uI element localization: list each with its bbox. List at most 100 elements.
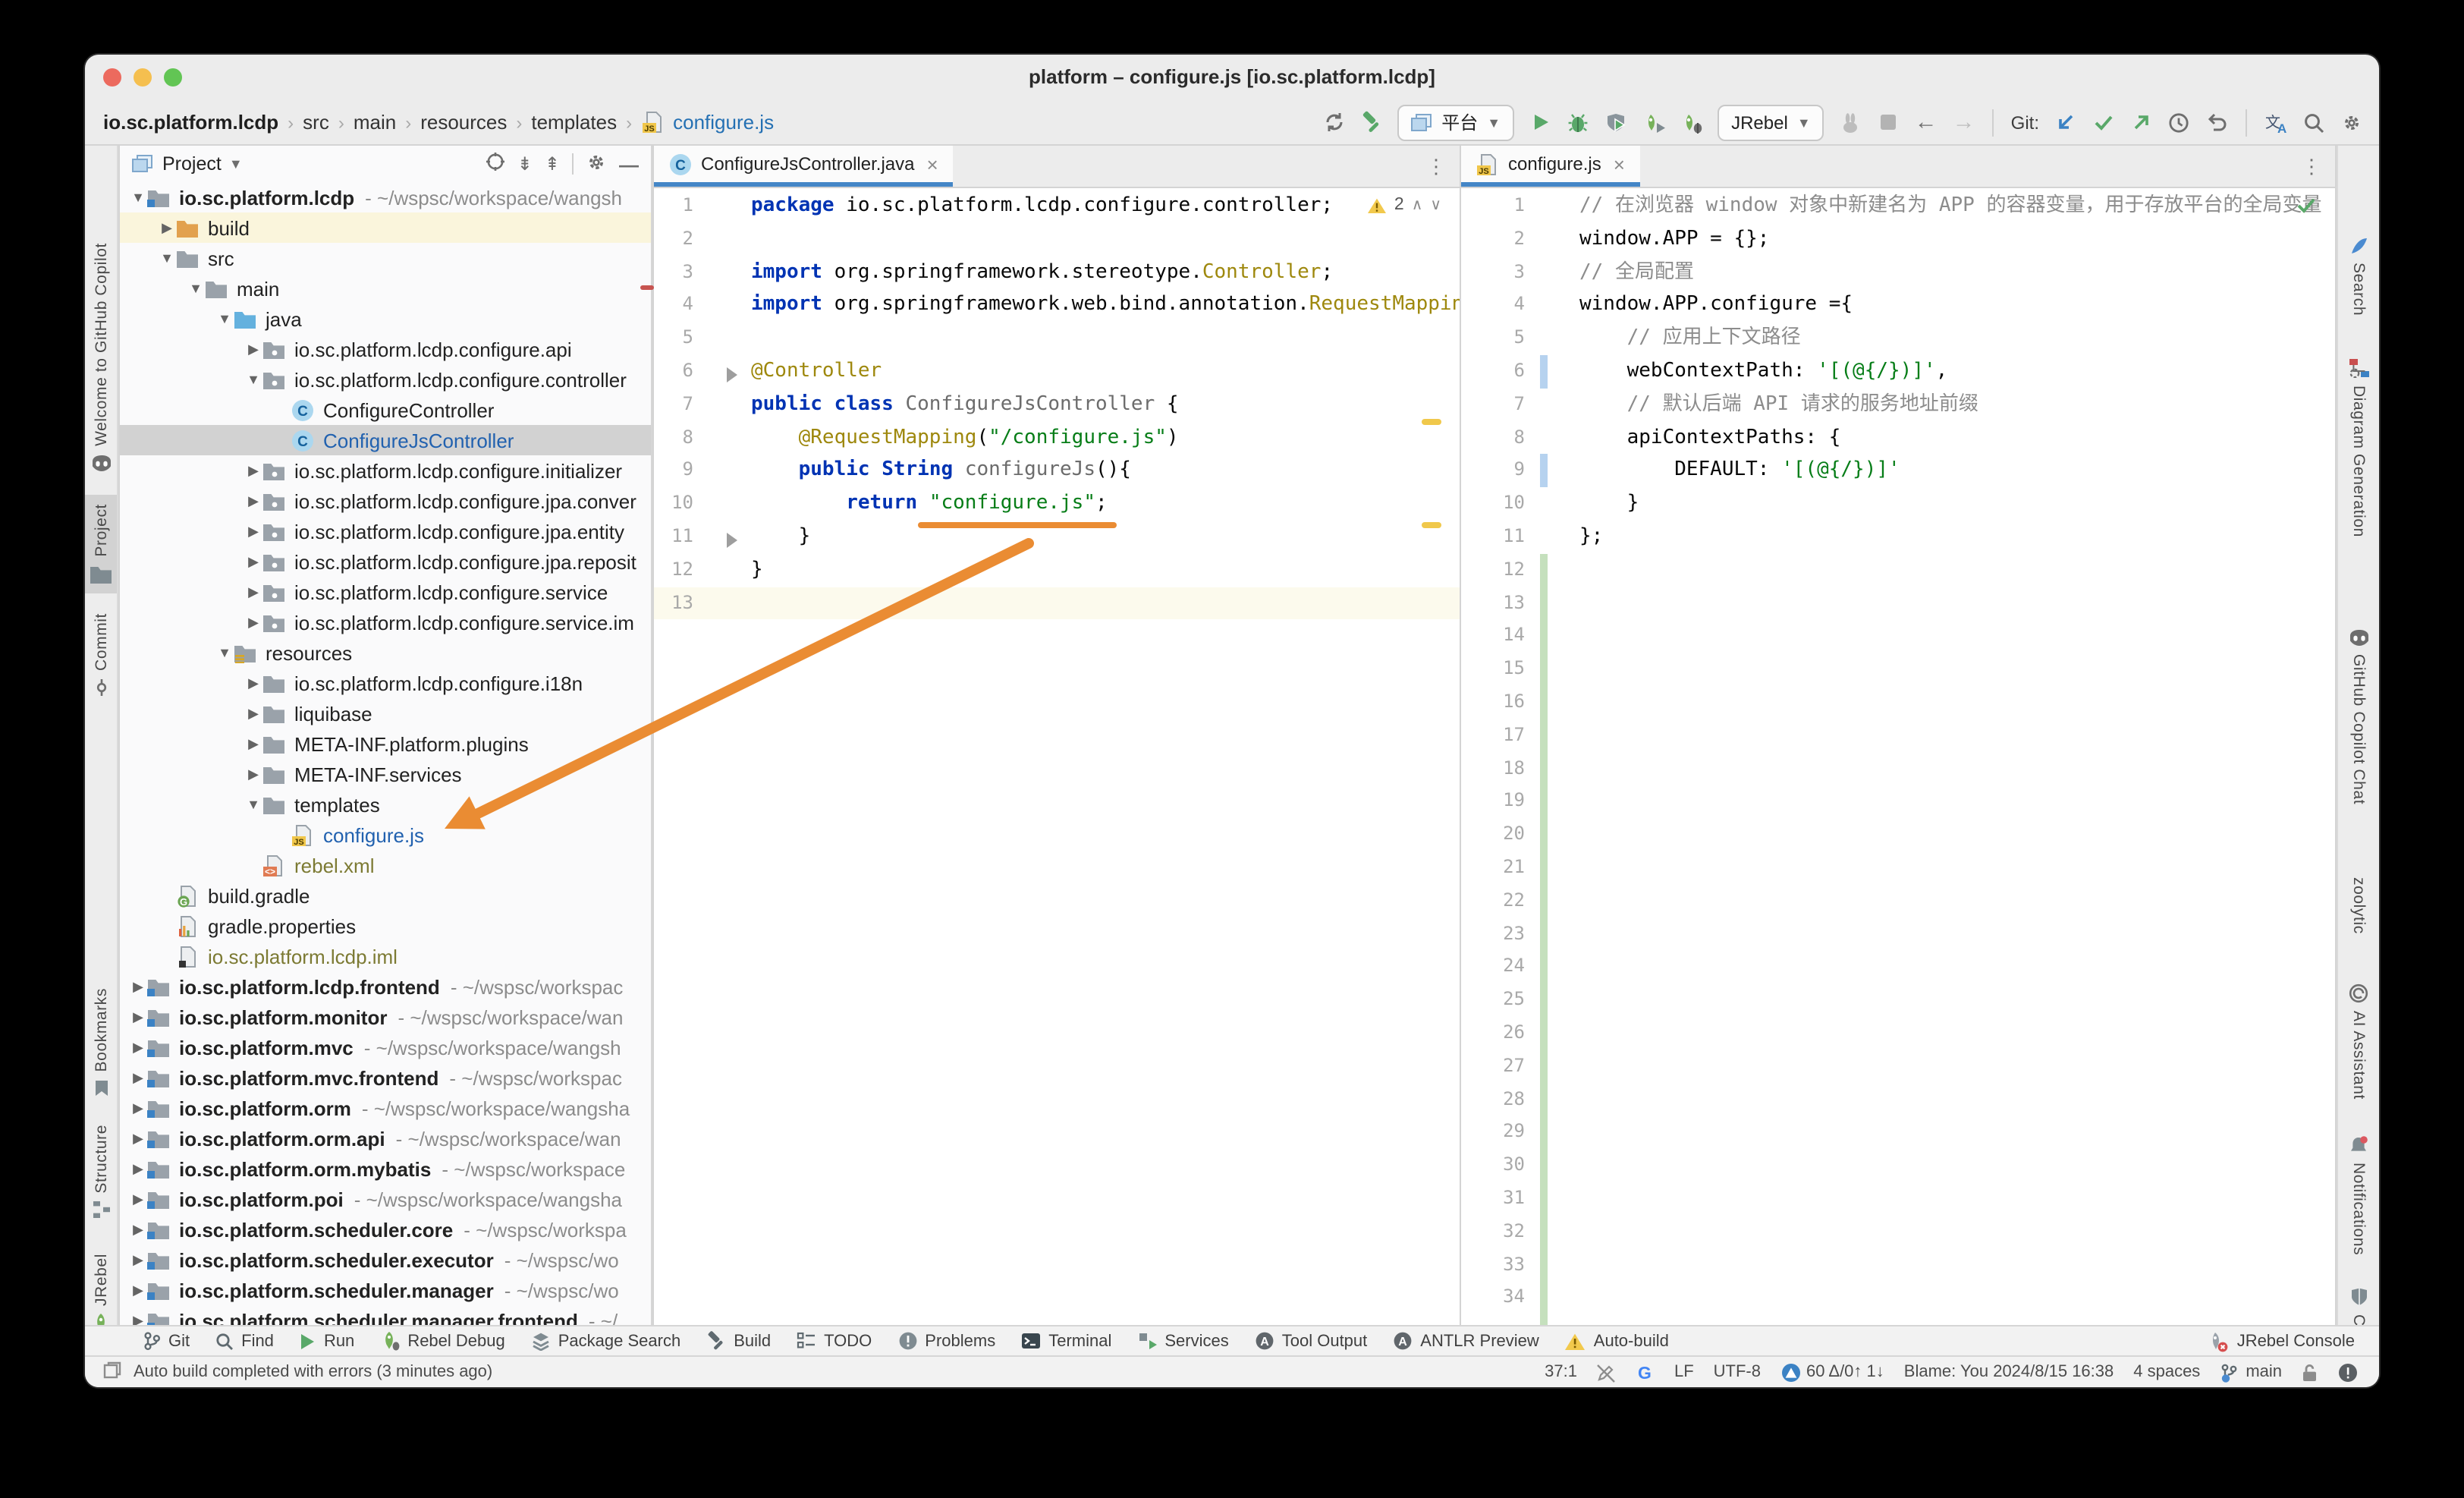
tree-item-io-sc-platform-lcdp-configure-controller[interactable]: ▼io.sc.platform.lcdp.configure.controlle… <box>120 364 651 395</box>
tool-window-button-package-search[interactable]: Package Search <box>531 1331 680 1351</box>
settings-button[interactable] <box>2340 105 2364 139</box>
tree-chevron-icon[interactable]: ▼ <box>215 311 234 326</box>
tree-item-io-sc-platform-lcdp-configure-initializer[interactable]: ▶io.sc.platform.lcdp.configure.initializ… <box>120 455 651 486</box>
tree-item-io-sc-platform-lcdp-frontend[interactable]: ▶io.sc.platform.lcdp.frontend- ~/wspsc/w… <box>120 971 651 1002</box>
tree-chevron-icon[interactable]: ▶ <box>129 978 147 995</box>
rollback-button[interactable] <box>2205 105 2229 139</box>
search-everywhere-button[interactable] <box>2302 105 2326 139</box>
tool-stripe-ai-assistant[interactable]: AI Assistant <box>2338 983 2379 1100</box>
tree-chevron-icon[interactable]: ▶ <box>244 462 262 479</box>
breadcrumb-item[interactable]: configure.js <box>673 111 774 134</box>
tool-stripe-project[interactable]: Project <box>85 495 117 593</box>
jrebel-debug-button[interactable] <box>1680 105 1704 139</box>
tree-item-io-sc-platform-orm-api[interactable]: ▶io.sc.platform.orm.api- ~/wspsc/workspa… <box>120 1123 651 1153</box>
tree-chevron-icon[interactable]: ▶ <box>129 1312 147 1325</box>
tool-window-button-services[interactable]: Services <box>1137 1331 1228 1351</box>
tree-item-templates[interactable]: ▼templates <box>120 789 651 820</box>
tool-window-button-antlr-preview[interactable]: AANTLR Preview <box>1393 1331 1539 1351</box>
tool-window-button-build[interactable]: Build <box>706 1331 771 1351</box>
tree-item-io-sc-platform-lcdp-configure-jpa-conver[interactable]: ▶io.sc.platform.lcdp.configure.jpa.conve… <box>120 486 651 516</box>
tool-window-button-problems[interactable]: Problems <box>897 1331 995 1351</box>
breadcrumb-item[interactable]: main <box>354 111 396 134</box>
editor-java[interactable]: CConfigureJsController.java×⋮12345678910… <box>654 146 1460 1325</box>
run-configuration-select[interactable]: 平台▼ <box>1397 104 1514 140</box>
editor-tab-configurejscontroller-java[interactable]: CConfigureJsController.java× <box>654 146 954 187</box>
tool-stripe-structure[interactable]: Structure <box>85 1125 117 1219</box>
tree-chevron-icon[interactable]: ▶ <box>129 1100 147 1116</box>
status-widget-alert[interactable] <box>2338 1362 2358 1382</box>
tree-chevron-icon[interactable]: ▶ <box>129 1130 147 1147</box>
next-problem-icon[interactable]: ∨ <box>1430 197 1441 213</box>
breadcrumb-item[interactable]: src <box>303 111 329 134</box>
tree-chevron-icon[interactable]: ▼ <box>187 281 205 296</box>
project-view-selector[interactable]: Project ▼ <box>162 153 243 175</box>
tree-chevron-icon[interactable]: ▶ <box>129 1191 147 1207</box>
tool-stripe-search[interactable]: Search <box>2338 237 2379 316</box>
tree-item-main[interactable]: ▼main <box>120 273 651 304</box>
tree-item-io-sc-platform-lcdp-configure-api[interactable]: ▶io.sc.platform.lcdp.configure.api <box>120 334 651 364</box>
code-area[interactable]: 1234567891011121314151617181920212223242… <box>1461 190 2335 1325</box>
translate-button[interactable]: 文A <box>2264 105 2288 139</box>
navigate-back-button[interactable]: ← <box>1914 105 1938 139</box>
tool-stripe-commit[interactable]: Commit <box>85 613 117 697</box>
jrebel-agent-select[interactable]: JRebel▼ <box>1718 104 1824 140</box>
tree-item-io-sc-platform-lcdp-configure-jpa-reposit[interactable]: ▶io.sc.platform.lcdp.configure.jpa.repos… <box>120 546 651 577</box>
tool-window-button-todo[interactable]: TODO <box>797 1331 872 1351</box>
tree-item-configurejscontroller[interactable]: CConfigureJsController <box>120 425 651 455</box>
breadcrumb-item[interactable]: resources <box>420 111 507 134</box>
status-widget-utf-8[interactable]: UTF-8 <box>1714 1363 1761 1381</box>
jrebel-run-button[interactable] <box>1642 105 1666 139</box>
sync-button[interactable] <box>1322 105 1346 139</box>
tree-item-io-sc-platform-lcdp-configure-i18n[interactable]: ▶io.sc.platform.lcdp.configure.i18n <box>120 668 651 698</box>
tree-chevron-icon[interactable]: ▶ <box>129 1282 147 1298</box>
tree-item-java[interactable]: ▼java <box>120 304 651 334</box>
tree-chevron-icon[interactable]: ▶ <box>244 675 262 691</box>
tree-chevron-icon[interactable]: ▶ <box>244 766 262 782</box>
run-with-coverage-button[interactable] <box>1604 105 1628 139</box>
tree-chevron-icon[interactable]: ▶ <box>244 735 262 752</box>
stop-button[interactable] <box>1876 105 1900 139</box>
tool-window-button-run[interactable]: Run <box>300 1332 354 1350</box>
prev-problem-icon[interactable]: ∧ <box>1412 197 1423 213</box>
status-widget-google[interactable]: G <box>1636 1363 1655 1381</box>
tree-item-configure-js[interactable]: JSconfigure.js <box>120 820 651 850</box>
tree-chevron-icon[interactable]: ▶ <box>244 493 262 509</box>
tree-chevron-icon[interactable]: ▶ <box>244 584 262 600</box>
breadcrumb-item[interactable]: io.sc.platform.lcdp <box>103 111 278 134</box>
expand-all-button[interactable]: ⇟ <box>517 153 533 175</box>
tree-item-resources[interactable]: ▼resources <box>120 637 651 668</box>
tree-chevron-icon[interactable]: ▶ <box>158 219 176 236</box>
tree-chevron-icon[interactable]: ▶ <box>244 553 262 570</box>
code-area[interactable]: 12345678910111213package io.sc.platform.… <box>654 190 1460 1325</box>
git-push-button[interactable] <box>2129 105 2153 139</box>
fold-arrow-icon[interactable] <box>727 367 737 382</box>
tree-item-meta-inf-platform-plugins[interactable]: ▶META-INF.platform.plugins <box>120 729 651 759</box>
tree-chevron-icon[interactable]: ▼ <box>244 797 262 812</box>
tree-item-io-sc-platform-scheduler-manager-frontend[interactable]: ▶io.sc.platform.scheduler.manager.fronte… <box>120 1305 651 1325</box>
editor-tab-configure-js[interactable]: JSconfigure.js× <box>1461 146 1640 187</box>
status-widget-lock[interactable] <box>2302 1362 2318 1382</box>
tree-item-io-sc-platform-mvc[interactable]: ▶io.sc.platform.mvc- ~/wspsc/workspace/w… <box>120 1032 651 1062</box>
hide-panel-button[interactable]: — <box>619 153 639 175</box>
tool-window-button-rebel-debug[interactable]: Rebel Debug <box>380 1331 504 1351</box>
status-widget-4-spaces[interactable]: 4 spaces <box>2133 1363 2200 1381</box>
tool-stripe-jrebel[interactable]: JRebelJR <box>85 1254 117 1333</box>
tree-item-meta-inf-services[interactable]: ▶META-INF.services <box>120 759 651 789</box>
tree-item-io-sc-platform-lcdp-configure-jpa-entity[interactable]: ▶io.sc.platform.lcdp.configure.jpa.entit… <box>120 516 651 546</box>
panel-options-button[interactable] <box>586 151 607 177</box>
tree-item-liquibase[interactable]: ▶liquibase <box>120 698 651 729</box>
git-update-button[interactable] <box>2053 105 2077 139</box>
tree-chevron-icon[interactable]: ▶ <box>129 1160 147 1177</box>
tool-stripe-zoolytic[interactable]: zoolytic <box>2338 877 2379 934</box>
status-widget-lf[interactable]: LF <box>1674 1363 1694 1381</box>
tool-stripe-notifications[interactable]: Notifications <box>2338 1135 2379 1255</box>
tree-chevron-icon[interactable]: ▶ <box>129 1069 147 1086</box>
tree-item-io-sc-platform-lcdp-configure-service[interactable]: ▶io.sc.platform.lcdp.configure.service <box>120 577 651 607</box>
editor-js[interactable]: JSconfigure.js×⋮123456789101112131415161… <box>1461 146 2335 1325</box>
fold-arrow-icon[interactable] <box>727 533 737 548</box>
build-project-button[interactable] <box>1359 105 1384 139</box>
tree-chevron-icon[interactable]: ▼ <box>129 190 147 205</box>
status-widget-main[interactable]: main <box>2220 1362 2282 1382</box>
debug-button[interactable] <box>1566 105 1590 139</box>
tool-window-button-git[interactable]: Git <box>143 1331 190 1351</box>
